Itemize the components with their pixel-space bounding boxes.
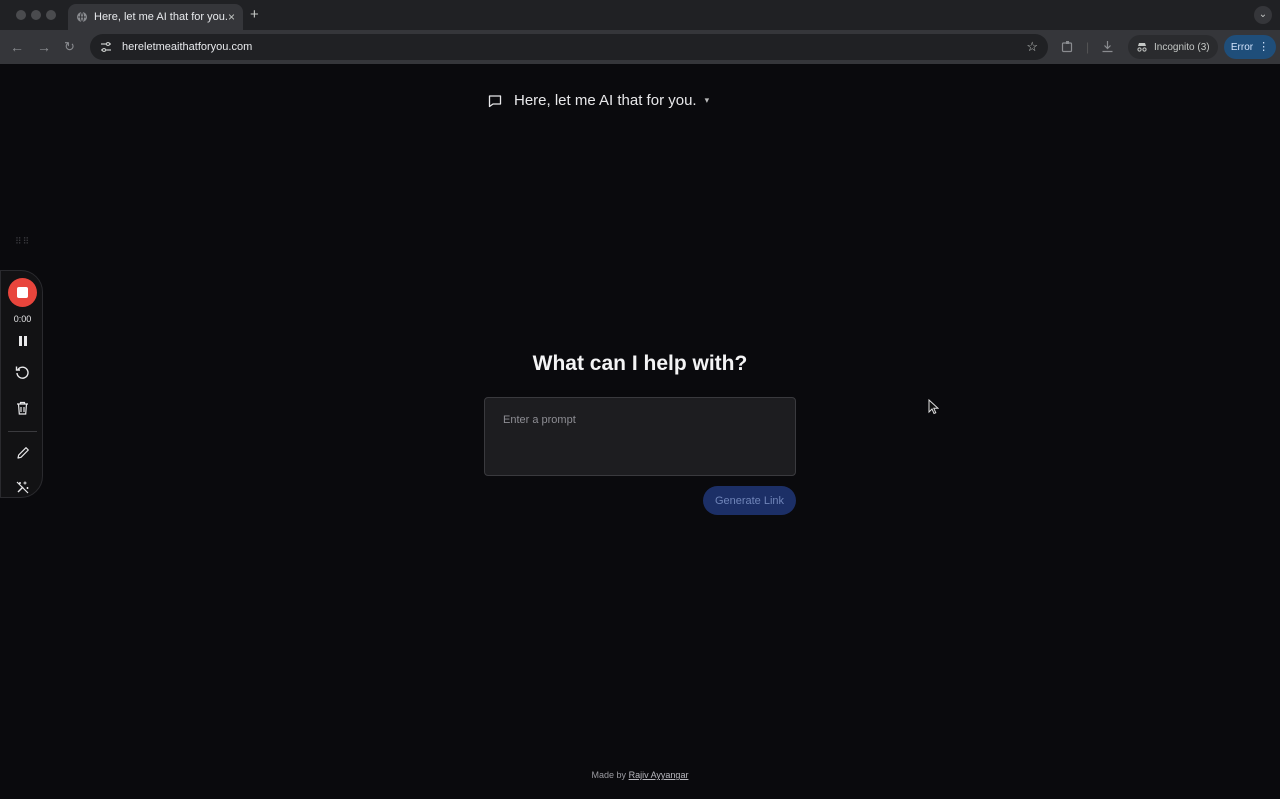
tab-title: Here, let me AI that for you. [94,11,228,23]
window-close-button[interactable] [16,10,26,20]
tab-close-icon[interactable]: × [228,10,235,24]
restart-icon[interactable] [1,365,44,383]
pause-icon[interactable] [1,334,44,350]
incognito-label: Incognito (3) [1154,41,1210,53]
incognito-icon [1137,43,1147,52]
address-bar[interactable]: hereletmeaithatforyou.com ☆ [90,34,1048,60]
recorder-divider [8,431,37,432]
footer: Made by Rajiv Ayyangar [0,770,1280,780]
browser-toolbar: ← → ↻ hereletmeaithatforyou.com ☆ | Inco… [0,30,1280,64]
profile-error-button[interactable]: Error ⋮ [1224,35,1276,59]
forward-arrow-icon[interactable]: → [37,39,51,55]
url-text: hereletmeaithatforyou.com [122,41,253,53]
toolbar-divider: | [1086,40,1090,54]
more-menu-icon[interactable]: ⋮ [1258,42,1269,53]
pencil-icon[interactable] [1,446,44,463]
prompt-input[interactable] [484,397,796,476]
download-icon[interactable] [1101,40,1114,56]
effects-off-icon[interactable] [1,480,44,498]
browser-tab[interactable]: Here, let me AI that for you. × [68,4,243,30]
generate-link-button[interactable]: Generate Link [703,486,796,515]
page-headline: What can I help with? [532,352,748,375]
reload-icon[interactable]: ↻ [64,39,75,55]
extensions-icon[interactable] [1061,40,1074,56]
recording-timer: 0:00 [13,314,32,324]
brand-title: Here, let me AI that for you. [514,92,697,109]
chat-bubble-icon [488,94,502,107]
recorder-toolbar: 0:00 [0,270,43,498]
author-link[interactable]: Rajiv Ayyangar [629,770,689,780]
site-settings-icon[interactable] [100,41,112,53]
bookmark-star-icon[interactable]: ☆ [1026,39,1038,55]
chevron-down-icon[interactable]: ▾ [705,95,710,106]
trash-icon[interactable] [1,401,44,418]
page-content: Here, let me AI that for you. ▾ What can… [0,64,1280,799]
mouse-cursor-icon [928,399,939,415]
stop-icon [17,287,28,298]
stop-recording-button[interactable] [8,278,37,307]
tab-search-chevron-icon[interactable]: ⌄ [1254,6,1272,24]
window-minimize-button[interactable] [31,10,41,20]
footer-prefix: Made by [591,770,627,780]
browser-titlebar: Here, let me AI that for you. × + ⌄ [0,0,1280,30]
incognito-indicator[interactable]: Incognito (3) [1128,35,1218,59]
window-zoom-button[interactable] [46,10,56,20]
drag-handle-icon[interactable]: ⠿⠿ [15,236,30,247]
new-tab-button[interactable]: + [250,6,259,24]
brand-header[interactable]: Here, let me AI that for you. ▾ [488,92,709,109]
back-arrow-icon[interactable]: ← [10,39,24,55]
globe-icon [77,11,87,23]
error-label: Error [1230,41,1254,53]
